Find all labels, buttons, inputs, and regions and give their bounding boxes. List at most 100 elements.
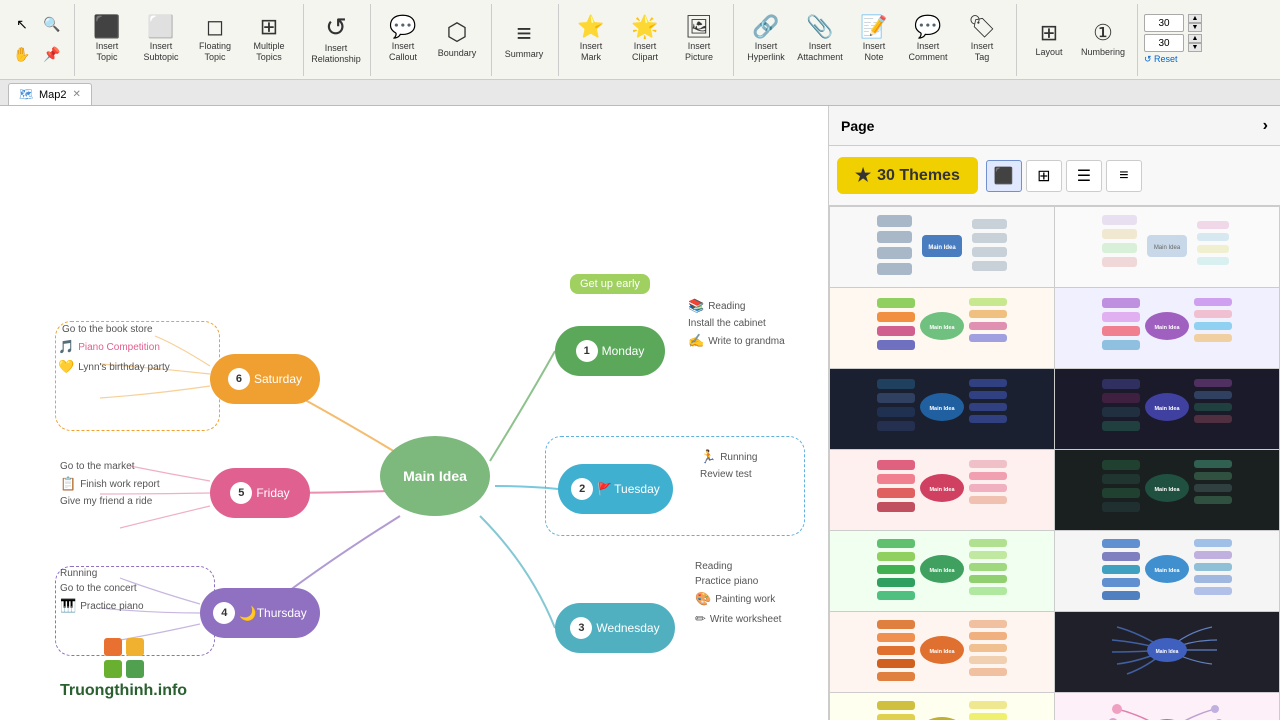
width-spin-up[interactable]: ▲ <box>1188 14 1202 23</box>
svg-text:Main Idea: Main Idea <box>1154 325 1180 331</box>
summary-btn[interactable]: ≡ Summary <box>498 8 550 72</box>
birthday-icon: 💛 <box>58 359 74 375</box>
wednesday-node[interactable]: 3 Wednesday <box>555 603 675 653</box>
wed-item-3: 🎨Painting work <box>695 591 781 607</box>
reset-btn[interactable]: ↺ Reset <box>1144 54 1178 65</box>
insert-picture-btn[interactable]: 🖼 InsertPicture <box>673 8 725 72</box>
fri-item-3: Give my friend a ride <box>60 496 160 507</box>
saturday-leaves: Go to the book store 🎵Piano Competition … <box>58 324 170 375</box>
height-spin-up[interactable]: ▲ <box>1188 34 1202 43</box>
theme-card-13[interactable]: Main Idea <box>830 693 1054 720</box>
tab-map2-close[interactable]: ✕ <box>73 89 81 100</box>
theme-card-5[interactable]: Main Idea <box>830 369 1054 449</box>
numbering-btn[interactable]: ① Numbering <box>1077 8 1129 72</box>
theme-card-9[interactable]: Main Idea <box>830 531 1054 611</box>
hyperlink-btn[interactable]: 🔗 InsertHyperlink <box>740 8 792 72</box>
svg-text:Main Idea: Main Idea <box>1156 649 1179 655</box>
theme-card-14[interactable]: Main Idea <box>1055 693 1279 720</box>
height-spin-down[interactable]: ▼ <box>1188 43 1202 52</box>
insert-mark-btn[interactable]: ⭐ InsertMark <box>565 8 617 72</box>
theme-card-12[interactable]: Main Idea <box>1055 612 1279 692</box>
note-label: InsertNote <box>863 41 886 63</box>
theme-card-2[interactable]: Main Idea <box>1055 207 1279 287</box>
hyperlink-icon: 🔗 <box>752 16 779 38</box>
tag-btn[interactable]: 🏷 InsertTag <box>956 8 1008 72</box>
insert-callout-btn[interactable]: 💬 InsertCallout <box>377 8 429 72</box>
height-input[interactable] <box>1144 34 1184 52</box>
wednesday-items: Reading Practice piano 🎨Painting work ✏W… <box>695 561 781 627</box>
boundary-btn[interactable]: ⬡ Boundary <box>431 8 483 72</box>
note-btn[interactable]: 📝 InsertNote <box>848 8 900 72</box>
themes-count: 30 Themes <box>877 167 960 185</box>
paint-icon: 🎨 <box>695 591 711 607</box>
hyperlink-label: InsertHyperlink <box>747 41 785 63</box>
tuesday-node[interactable]: 2 🚩 Tuesday <box>558 464 673 514</box>
insert-topic-btn[interactable]: ⬛ InsertTopic <box>81 8 133 72</box>
theme-card-4[interactable]: Main Idea <box>1055 288 1279 368</box>
floating-topic-icon: ◻ <box>206 16 224 38</box>
pin-tool[interactable]: 📌 <box>38 41 66 69</box>
main-idea-node[interactable]: Main Idea <box>380 436 490 516</box>
comment-icon: 💬 <box>914 16 941 38</box>
themes-star-icon: ★ <box>855 165 871 186</box>
theme-card-11[interactable]: Main Idea <box>830 612 1054 692</box>
theme-card-6[interactable]: Main Idea <box>1055 369 1279 449</box>
floating-topic-btn[interactable]: ◻ Floating Topic <box>189 8 241 72</box>
relationship-group: ↺ InsertRelationship <box>310 4 371 76</box>
insert-clipart-btn[interactable]: 🌟 InsertClipart <box>619 8 671 72</box>
theme-card-3[interactable]: Main Idea <box>830 288 1054 368</box>
numbering-icon: ① <box>1093 22 1113 44</box>
theme-view-btn-1[interactable]: ⬛ <box>986 160 1022 192</box>
select-tool[interactable]: ↖ <box>8 11 36 39</box>
insert-media-group: ⭐ InsertMark 🌟 InsertClipart 🖼 InsertPic… <box>565 4 734 76</box>
monday-items: 📚Reading Install the cabinet ✍Write to g… <box>688 298 785 349</box>
sat-item-1: Go to the book store <box>58 324 170 335</box>
thu-item-2: Go to the concert <box>60 583 144 594</box>
toolbar: ↖ ✋ 🔍 📌 ⬛ InsertTopic ⬜ InsertSubtopic ◻… <box>0 0 1280 80</box>
page-collapse-icon[interactable]: › <box>1263 117 1268 135</box>
insert-relationship-btn[interactable]: ↺ InsertRelationship <box>310 8 362 72</box>
hand-tool[interactable]: ✋ <box>8 41 36 69</box>
callout-icon: 💬 <box>389 16 416 38</box>
theme-card-10[interactable]: Main Idea <box>1055 531 1279 611</box>
tab-bar: 🗺 Map2 ✕ <box>0 80 1280 106</box>
theme-card-1[interactable]: Main Idea <box>830 207 1054 287</box>
quick-tools-group: ↖ ✋ 🔍 📌 <box>8 4 75 76</box>
tue-item-1: 🏃Running <box>700 449 757 465</box>
saturday-node[interactable]: 6 Saturday <box>210 354 320 404</box>
insert-subtopic-btn[interactable]: ⬜ InsertSubtopic <box>135 8 187 72</box>
saturday-label: Saturday <box>254 372 302 386</box>
multiple-topics-btn[interactable]: ⊞ MultipleTopics <box>243 8 295 72</box>
width-input[interactable] <box>1144 14 1184 32</box>
theme-card-8[interactable]: Main Idea <box>1055 450 1279 530</box>
logo-grid <box>104 638 144 678</box>
tab-map2[interactable]: 🗺 Map2 ✕ <box>8 83 92 105</box>
svg-text:Main Idea: Main Idea <box>1154 568 1180 574</box>
comment-btn[interactable]: 💬 InsertComment <box>902 8 954 72</box>
mon-item-2: Install the cabinet <box>688 318 785 329</box>
themes-badge[interactable]: ★ 30 Themes <box>837 157 978 194</box>
summary-label: Summary <box>505 49 544 60</box>
friday-node[interactable]: 5 Friday <box>210 468 310 518</box>
summary-icon: ≡ <box>516 20 531 46</box>
zoom-tool[interactable]: 🔍 <box>38 11 66 39</box>
layout-btn[interactable]: ⊞ Layout <box>1023 8 1075 72</box>
tag-icon: 🏷 <box>968 16 996 38</box>
picture-label: InsertPicture <box>685 41 713 63</box>
width-spin-down[interactable]: ▼ <box>1188 23 1202 32</box>
mark-icon: ⭐ <box>577 16 604 38</box>
monday-node[interactable]: 1 Monday <box>555 326 665 376</box>
logo-area: Truongthinh.info <box>60 638 187 700</box>
thursday-node[interactable]: 4 🌙 Thursday <box>200 588 320 638</box>
theme-card-7[interactable]: Main Idea <box>830 450 1054 530</box>
theme-view-btn-2[interactable]: ⊞ <box>1026 160 1062 192</box>
tab-map2-icon: 🗺 <box>19 88 33 101</box>
tuesday-flag-icon: 🚩 <box>597 482 612 496</box>
layout-numbering-group: ⊞ Layout ① Numbering <box>1023 4 1138 76</box>
attachment-icon: 📎 <box>806 16 833 38</box>
canvas-area[interactable]: Main Idea 6 Saturday 5 Friday 4 🌙 Thursd… <box>0 106 828 720</box>
attachment-btn[interactable]: 📎 InsertAttachment <box>794 8 846 72</box>
clipart-icon: 🌟 <box>631 16 658 38</box>
theme-view-btn-4[interactable]: ≡ <box>1106 160 1142 192</box>
theme-view-btn-3[interactable]: ☰ <box>1066 160 1102 192</box>
